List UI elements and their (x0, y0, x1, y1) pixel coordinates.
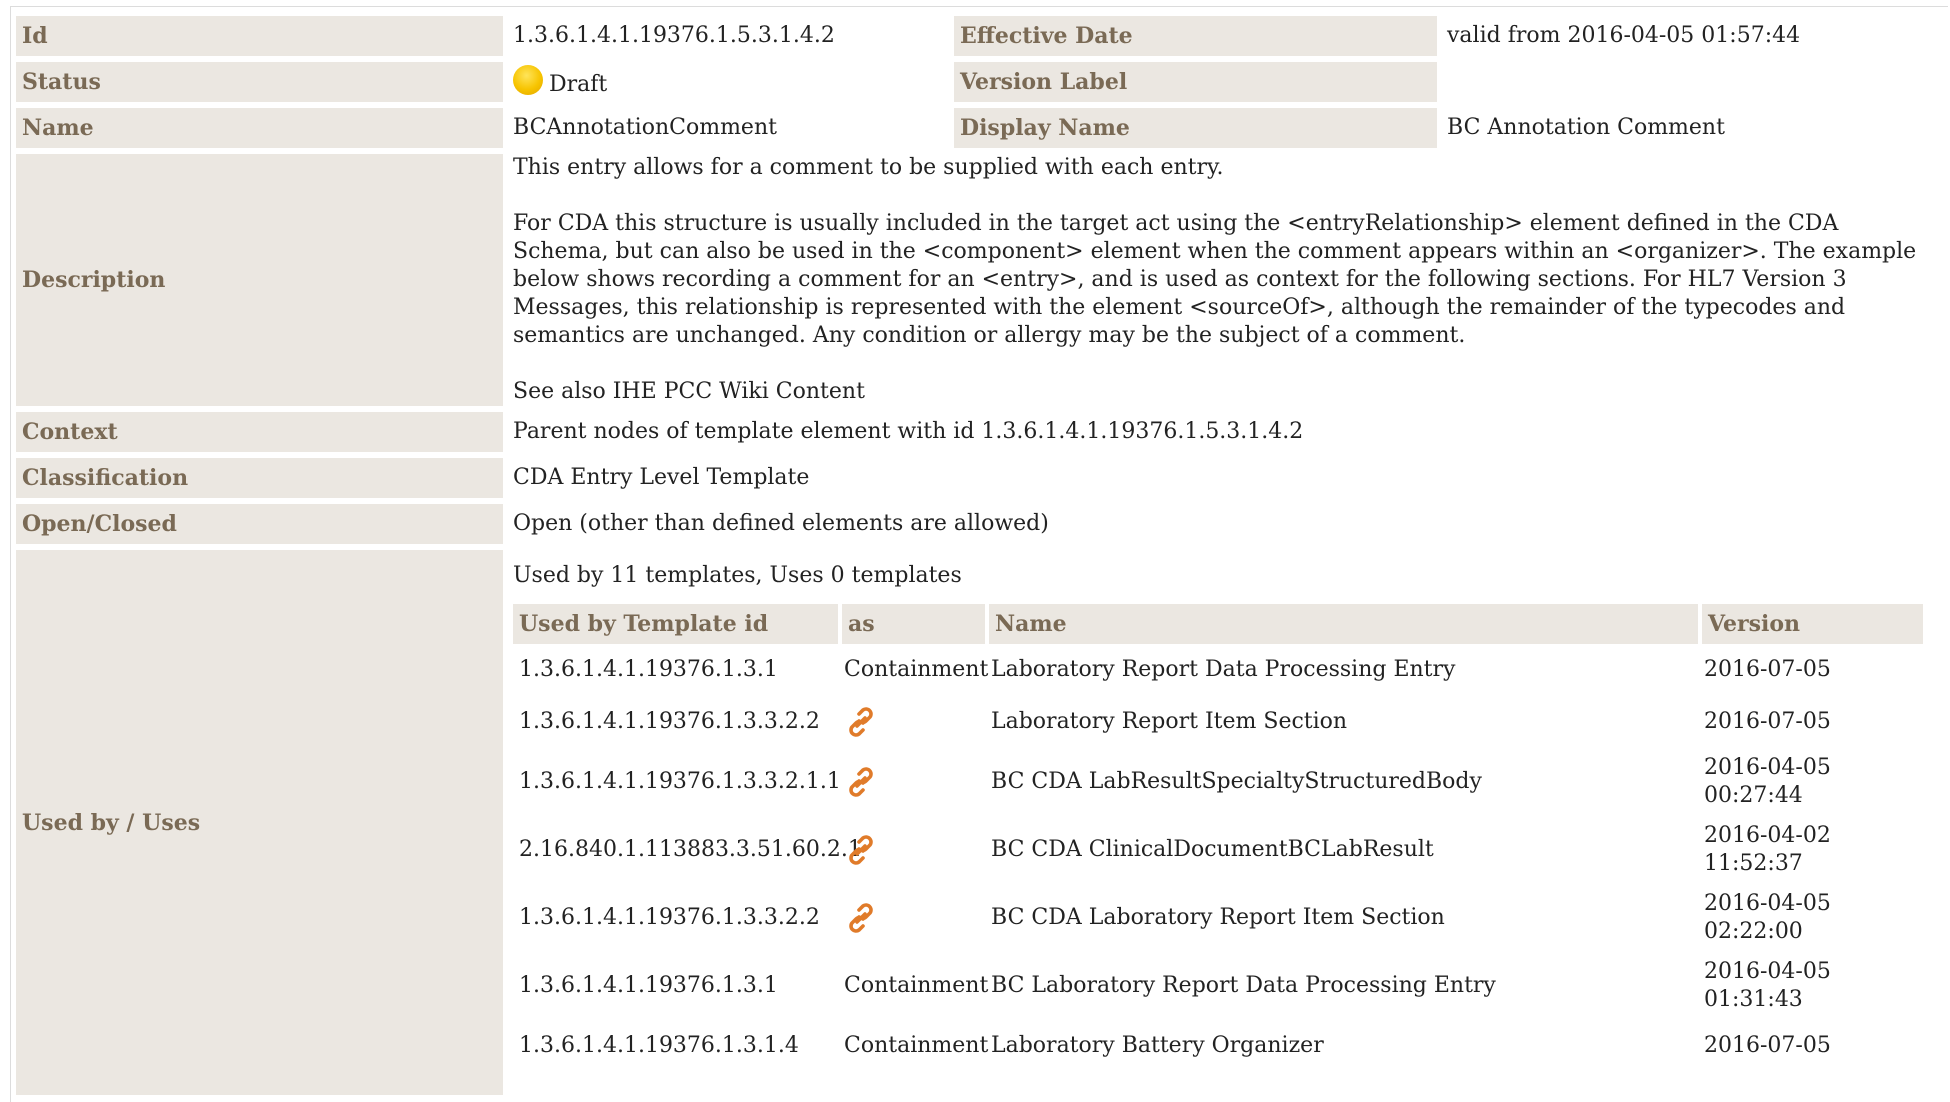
usage-version: 2016-04-05 02:22:00 (1704, 891, 1831, 944)
usage-version: 2016-07-05 (1704, 709, 1831, 734)
row-name: Name BCAnnotationComment Display Name BC… (16, 108, 1946, 148)
usage-template-id[interactable]: 1.3.6.1.4.1.19376.1.3.3.2.2 (513, 884, 838, 952)
usage-as: Containment (844, 973, 989, 998)
table-row[interactable]: 1.3.6.1.4.1.19376.1.3.3.2.1.1 BC CDA LabR… (513, 748, 1923, 816)
usage-template-id[interactable]: 1.3.6.1.4.1.19376.1.3.1 (513, 644, 838, 696)
usage-version: 2016-07-05 (1704, 657, 1831, 682)
usage-template-id[interactable]: 1.3.6.1.4.1.19376.1.3.1.4 (513, 1020, 838, 1072)
table-row[interactable]: 1.3.6.1.4.1.19376.1.3.1 Containment BC Lab… (513, 952, 1923, 1020)
usage-name: BC CDA ClinicalDocumentBCLabResult (991, 837, 1434, 862)
usage-name: Laboratory Battery Organizer (991, 1033, 1324, 1058)
row-description: Description This entry allows for a comm… (16, 154, 1946, 406)
usage-as (838, 884, 985, 952)
usage-version: 2016-04-05 01:31:43 (1704, 959, 1831, 1012)
description-paragraph-1: This entry allows for a comment to be su… (513, 155, 1224, 180)
id-label: Id (16, 16, 503, 56)
description-value: This entry allows for a comment to be su… (503, 154, 1946, 406)
usage-header-as[interactable]: as (838, 604, 985, 644)
row-status: Status Draft Version Label (16, 62, 1946, 102)
link-icon[interactable] (844, 903, 878, 933)
link-icon[interactable] (844, 707, 878, 737)
usage-as (838, 816, 985, 884)
row-id: Id 1.3.6.1.4.1.19376.1.5.3.1.4.2 Effecti… (16, 16, 1946, 56)
row-context: Context Parent nodes of template element… (16, 412, 1946, 452)
effective-date-label: Effective Date (954, 16, 1437, 56)
context-value: Parent nodes of template element with id… (513, 419, 1304, 444)
id-value: 1.3.6.1.4.1.19376.1.5.3.1.4.2 (513, 23, 835, 48)
link-icon[interactable] (844, 835, 878, 865)
open-closed-value: Open (other than defined elements are al… (513, 511, 1049, 536)
usage-as: Containment (844, 657, 989, 682)
usage-table-header: Used by Template id as Name Version (513, 604, 1923, 644)
description-paragraph-3: See also IHE PCC Wiki Content (513, 379, 865, 404)
used-by-label: Used by / Uses (16, 550, 503, 1095)
usage-as (838, 696, 985, 748)
usage-table: Used by Template id as Name Version 1.3.… (513, 604, 1923, 1072)
used-by-value: Used by 11 templates, Uses 0 templates U… (503, 550, 1946, 1095)
usage-template-id[interactable]: 1.3.6.1.4.1.19376.1.3.3.2.2 (513, 696, 838, 748)
usage-name: Laboratory Report Item Section (991, 709, 1348, 734)
name-value: BCAnnotationComment (513, 115, 777, 140)
usage-template-id[interactable]: 1.3.6.1.4.1.19376.1.3.1 (513, 952, 838, 1020)
classification-label: Classification (16, 458, 503, 498)
row-classification: Classification CDA Entry Level Template (16, 458, 1946, 498)
display-name-value: BC Annotation Comment (1447, 115, 1725, 140)
row-open-closed: Open/Closed Open (other than defined ele… (16, 504, 1946, 544)
usage-version: 2016-07-05 (1704, 1033, 1831, 1058)
table-row[interactable]: 1.3.6.1.4.1.19376.1.3.3.2.2 BC CDA Labora… (513, 884, 1923, 952)
classification-value: CDA Entry Level Template (513, 465, 810, 490)
link-icon[interactable] (844, 767, 878, 797)
usage-as: Containment (844, 1033, 989, 1058)
effective-date-value: valid from 2016-04-05 01:57:44 (1447, 23, 1801, 48)
usage-as (838, 748, 985, 816)
status-text: Draft (549, 72, 608, 97)
usage-header-version[interactable]: Version (1698, 604, 1923, 644)
usage-name: Laboratory Report Data Processing Entry (991, 657, 1456, 682)
usage-header-template-id[interactable]: Used by Template id (513, 604, 838, 644)
status-value: Draft (503, 62, 954, 102)
version-label-label: Version Label (954, 62, 1437, 102)
usage-name: BC Laboratory Report Data Processing Ent… (991, 973, 1496, 998)
usage-version: 2016-04-05 00:27:44 (1704, 755, 1831, 808)
row-used-by: Used by / Uses Used by 11 templates, Use… (16, 550, 1946, 1095)
table-row[interactable]: 1.3.6.1.4.1.19376.1.3.1.4 Containment Labo… (513, 1020, 1923, 1072)
template-details-table: Id 1.3.6.1.4.1.19376.1.5.3.1.4.2 Effecti… (16, 10, 1946, 1101)
table-row[interactable]: 1.3.6.1.4.1.19376.1.3.1 Containment Labora… (513, 644, 1923, 696)
version-label-value (1437, 62, 1946, 102)
status-label: Status (16, 62, 503, 102)
usage-version: 2016-04-02 11:52:37 (1704, 823, 1831, 876)
name-label: Name (16, 108, 503, 148)
display-name-label: Display Name (954, 108, 1437, 148)
status-draft-icon (513, 65, 543, 95)
table-row[interactable]: 1.3.6.1.4.1.19376.1.3.3.2.2 Laboratory Re… (513, 696, 1923, 748)
usage-template-id[interactable]: 2.16.840.1.113883.3.51.60.2.1 (513, 816, 862, 884)
usage-template-id[interactable]: 1.3.6.1.4.1.19376.1.3.3.2.1.1 (513, 748, 841, 816)
description-paragraph-2: For CDA this structure is usually includ… (513, 211, 1917, 348)
usage-table-body: 1.3.6.1.4.1.19376.1.3.1 Containment Labora… (513, 644, 1923, 1072)
open-closed-label: Open/Closed (16, 504, 503, 544)
table-row[interactable]: 2.16.840.1.113883.3.51.60.2.1 BC CDA Clin… (513, 816, 1923, 884)
usage-header-name[interactable]: Name (985, 604, 1698, 644)
usage-name: BC CDA LabResultSpecialtyStructuredBody (991, 769, 1482, 794)
description-label: Description (16, 154, 503, 406)
usage-summary: Used by 11 templates, Uses 0 templates (513, 563, 962, 588)
context-label: Context (16, 412, 503, 452)
usage-name: BC CDA Laboratory Report Item Section (991, 905, 1445, 930)
